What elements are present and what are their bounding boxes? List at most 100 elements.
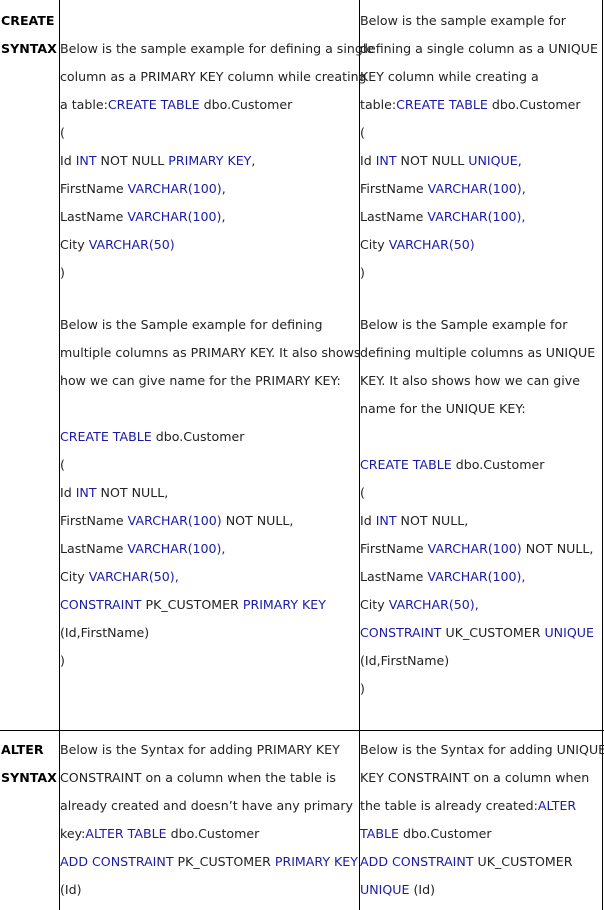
text-line: CREATE TABLE dbo.Customer xyxy=(60,428,244,446)
text-segment: , xyxy=(221,181,226,196)
sql-keyword: CREATE TABLE xyxy=(360,457,452,472)
text-segment: name for the UNIQUE KEY: xyxy=(360,401,526,416)
text-segment: Below is the sample example for defining… xyxy=(60,41,375,56)
text-segment: Below is the Syntax for adding PRIMARY K… xyxy=(60,742,340,757)
text-segment: already created and doesn’t have any pri… xyxy=(60,798,353,813)
text-segment: ) xyxy=(60,653,65,668)
text-segment: KEY CONSTRAINT on a column when xyxy=(360,770,590,785)
text-line: Id INT NOT NULL, xyxy=(60,484,168,502)
text-line: CREATE TABLE dbo.Customer xyxy=(360,456,544,474)
text-segment: multiple columns as PRIMARY KEY. It also… xyxy=(60,345,361,360)
text-segment: PK_CUSTOMER xyxy=(141,597,243,612)
text-line: multiple columns as PRIMARY KEY. It also… xyxy=(60,344,360,362)
text-line: Id INT NOT NULL, xyxy=(360,512,468,530)
text-segment: City xyxy=(360,237,389,252)
text-segment: CONSTRAINT on a column when the table is xyxy=(60,770,336,785)
text-line: Below is the sample example for xyxy=(360,12,566,30)
text-segment: dbo.Customer xyxy=(398,826,492,841)
text-line: ) xyxy=(360,264,365,282)
text-line: FirstName VARCHAR(100), xyxy=(360,180,526,198)
text-line: LastName VARCHAR(100), xyxy=(60,208,225,226)
sql-keyword: VARCHAR(50) xyxy=(88,237,175,252)
text-line: column as a PRIMARY KEY column while cre… xyxy=(60,68,367,86)
text-segment: , xyxy=(221,209,226,224)
sql-keyword: ADD CONSTRAINT xyxy=(60,854,174,869)
text-line: Below is the Sample example for xyxy=(360,316,567,334)
sql-keyword: CONSTRAINT xyxy=(360,625,442,640)
sql-keyword: VARCHAR(50), xyxy=(388,597,479,612)
text-line: a table:CREATE TABLE dbo.Customer xyxy=(60,96,292,114)
text-line: KEY CONSTRAINT on a column when xyxy=(360,769,589,787)
text-line: key:ALTER TABLE dbo.Customer xyxy=(60,825,259,843)
text-segment: NOT NULL xyxy=(96,153,169,168)
text-segment: ( xyxy=(360,485,365,500)
text-line: defining a single column as a UNIQUE xyxy=(360,40,598,58)
text-segment: LastName xyxy=(360,569,428,584)
text-line: Below is the Syntax for adding UNIQUE xyxy=(360,741,604,759)
text-segment: ) xyxy=(60,265,65,280)
text-segment: ( xyxy=(60,125,65,140)
text-line: (Id,FirstName) xyxy=(60,624,149,642)
text-segment: Id xyxy=(60,153,76,168)
text-segment: Id xyxy=(360,513,376,528)
text-segment: table: xyxy=(360,97,397,112)
text-segment: Below is the Sample example for defining xyxy=(60,317,323,332)
text-segment: FirstName xyxy=(60,513,128,528)
text-segment: PK_CUSTOMER xyxy=(173,854,275,869)
sql-keyword: CREATE TABLE xyxy=(107,97,200,112)
text-segment: (Id,FirstName) xyxy=(360,653,450,668)
text-segment: UK_CUSTOMER xyxy=(441,625,545,640)
text-line: TABLE dbo.Customer xyxy=(360,825,492,843)
text-segment: dbo.Customer xyxy=(151,429,245,444)
text-line: name for the UNIQUE KEY: xyxy=(360,400,526,418)
text-line: Id INT NOT NULL UNIQUE, xyxy=(360,152,522,170)
text-segment: a table: xyxy=(60,97,108,112)
text-segment: dbo.Customer xyxy=(166,826,260,841)
sql-keyword: CONSTRAINT xyxy=(60,597,142,612)
sql-keyword: INT xyxy=(375,513,397,528)
text-line: FirstName VARCHAR(100) NOT NULL, xyxy=(360,540,593,558)
sql-keyword: INT xyxy=(75,485,97,500)
sql-keyword: VARCHAR(100), xyxy=(127,541,226,556)
text-segment: (Id,FirstName) xyxy=(60,625,150,640)
text-line: already created and doesn’t have any pri… xyxy=(60,797,353,815)
text-line: Below is the sample example for defining… xyxy=(60,40,374,58)
text-line: ) xyxy=(60,652,65,670)
sql-keyword: UNIQUE xyxy=(360,882,410,897)
text-segment: Id xyxy=(360,153,376,168)
sql-keyword: UNIQUE xyxy=(468,153,518,168)
text-segment: Below is the Syntax for adding UNIQUE xyxy=(360,742,604,757)
text-segment: FirstName xyxy=(360,181,428,196)
text-segment: NOT NULL, xyxy=(96,485,169,500)
text-line: ) xyxy=(360,680,365,698)
text-line: ( xyxy=(360,124,365,142)
text-segment: NOT NULL, xyxy=(221,513,294,528)
text-line: LastName VARCHAR(100), xyxy=(60,540,225,558)
text-line: FirstName VARCHAR(100) NOT NULL, xyxy=(60,512,293,530)
sql-keyword: INT xyxy=(375,153,397,168)
text-line: City VARCHAR(50) xyxy=(360,236,475,254)
text-segment: City xyxy=(60,569,89,584)
text-segment: Id xyxy=(60,485,76,500)
text-segment: Below is the sample example for xyxy=(360,13,566,28)
sql-keyword: UNIQUE xyxy=(544,625,594,640)
table-row-divider xyxy=(0,730,604,731)
text-segment: NOT NULL, xyxy=(521,541,594,556)
text-line: (Id) xyxy=(60,881,82,899)
sql-keyword: ALTER xyxy=(537,798,577,813)
sql-keyword: VARCHAR(100) xyxy=(427,541,522,556)
text-line: KEY column while creating a xyxy=(360,68,539,86)
sql-keyword: CREATE TABLE xyxy=(60,429,152,444)
sql-keyword: ADD CONSTRAINT xyxy=(360,854,474,869)
text-segment: ( xyxy=(60,457,65,472)
text-line: LastName VARCHAR(100), xyxy=(360,568,525,586)
text-line: City VARCHAR(50), xyxy=(360,596,479,614)
text-segment: KEY column while creating a xyxy=(360,69,539,84)
text-segment: NOT NULL xyxy=(396,153,469,168)
table-border-right xyxy=(602,0,603,910)
text-segment: , xyxy=(517,153,522,168)
text-line: FirstName VARCHAR(100), xyxy=(60,180,226,198)
text-segment: ) xyxy=(360,681,365,696)
sql-keyword: VARCHAR(50), xyxy=(88,569,179,584)
text-line: defining multiple columns as UNIQUE xyxy=(360,344,595,362)
